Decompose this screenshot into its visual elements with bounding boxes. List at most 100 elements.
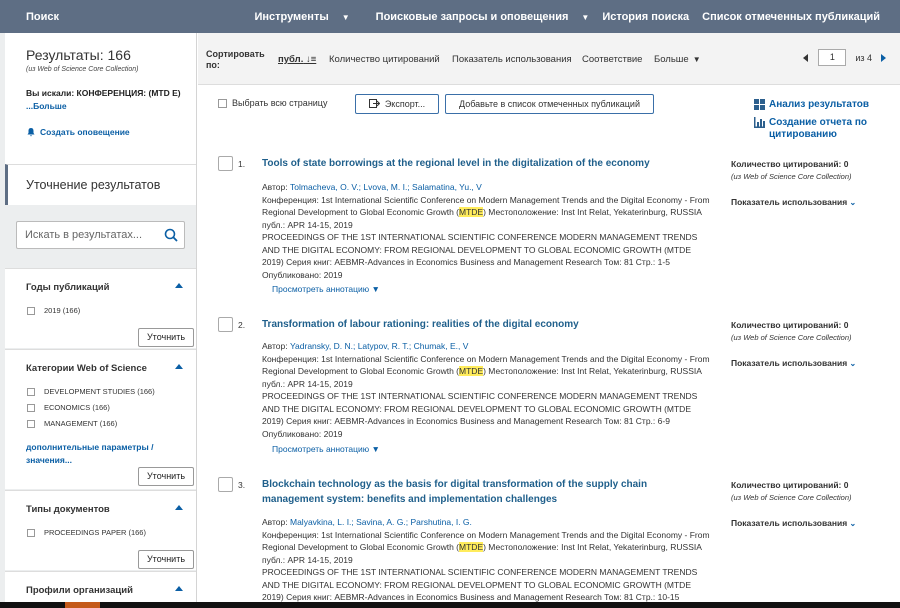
- authors-links[interactable]: Malyavkina, L. I.; Savina, A. G.; Parshu…: [290, 517, 472, 527]
- year-checkbox-2019[interactable]: 2019 (166): [27, 306, 80, 315]
- doctype-option-label: PROCEEDINGS PAPER (166): [44, 528, 146, 537]
- record-authors: Автор: Malyavkina, L. I.; Savina, A. G.;…: [262, 516, 712, 529]
- refine-years-button[interactable]: Уточнить: [138, 328, 194, 347]
- refine-doctypes-button[interactable]: Уточнить: [138, 550, 194, 569]
- page-total: из 4: [855, 52, 872, 63]
- usage-metric-toggle[interactable]: Показатель использования ⌄: [731, 197, 881, 207]
- record-proceedings: PROCEEDINGS OF THE 1ST INTERNATIONAL SCI…: [262, 391, 698, 439]
- collapse-arrow-icon[interactable]: [175, 364, 183, 369]
- authors-links[interactable]: Tolmacheva, O. V.; Lvova, M. I.; Salamat…: [290, 182, 482, 192]
- left-sidebar: Результаты: 166 (из Web of Science Core …: [0, 33, 197, 608]
- record-body: Автор: Tolmacheva, O. V.; Lvova, M. I.; …: [262, 181, 712, 281]
- select-all-label: Выбрать всю страницу: [232, 98, 328, 108]
- search-nav-link[interactable]: Поиск: [0, 11, 228, 23]
- create-alert-label: Создать оповещение: [40, 127, 130, 137]
- search-history-link[interactable]: История поиска: [602, 11, 689, 23]
- authors-label: Автор:: [262, 341, 288, 351]
- more-link[interactable]: ...Больше: [26, 101, 67, 111]
- category-checkbox-management[interactable]: MANAGEMENT (166): [27, 419, 117, 428]
- sort-more-menu[interactable]: Больше ▼: [654, 54, 701, 65]
- category-checkbox-development[interactable]: DEVELOPMENT STUDIES (166): [27, 387, 155, 396]
- citation-report-link[interactable]: Создание отчета по цитированию: [754, 117, 879, 141]
- authors-label: Автор:: [262, 517, 288, 527]
- authors-links[interactable]: Yadransky, D. N.; Latypov, R. T.; Chumak…: [290, 341, 468, 351]
- chevron-down-icon: ⌄: [849, 359, 857, 368]
- prev-page-icon[interactable]: [803, 53, 809, 62]
- category-option-label: DEVELOPMENT STUDIES (166): [44, 387, 155, 396]
- doctype-checkbox-proceedings[interactable]: PROCEEDINGS PAPER (166): [27, 528, 146, 537]
- chevron-down-icon: ⌄: [849, 519, 857, 528]
- checkbox[interactable]: [27, 419, 35, 428]
- chevron-down-icon: ⌄: [849, 198, 857, 207]
- usage-label: Показатель использования: [731, 197, 848, 207]
- record-title-link[interactable]: Blockchain technology as the basis for d…: [262, 477, 692, 507]
- select-all-checkbox[interactable]: Выбрать всю страницу: [218, 98, 327, 108]
- taskbar-app-indicator: [65, 602, 100, 608]
- checkbox[interactable]: [218, 98, 227, 108]
- taskbar-strip: [0, 602, 900, 608]
- record-number: 3.: [238, 480, 246, 490]
- citation-source: (из Web of Science Core Collection): [731, 493, 852, 502]
- chevron-down-icon: ▼: [371, 444, 380, 454]
- chevron-down-icon: ▼: [371, 284, 380, 294]
- citation-source: (из Web of Science Core Collection): [731, 172, 852, 181]
- page-number-input[interactable]: 1: [818, 49, 847, 66]
- record-checkbox[interactable]: [218, 317, 233, 332]
- usage-metric-toggle[interactable]: Показатель использования ⌄: [731, 358, 881, 368]
- view-abstract-label: Просмотреть аннотацию: [272, 444, 370, 454]
- export-button[interactable]: Экспорт...: [355, 94, 439, 114]
- chevron-down-icon: ▼: [692, 55, 701, 64]
- create-alert-link[interactable]: Создать оповещение: [26, 127, 196, 137]
- tools-menu[interactable]: Инструменты ▼: [241, 11, 349, 23]
- search-icon[interactable]: [164, 228, 178, 242]
- collapse-arrow-icon[interactable]: [175, 283, 183, 288]
- sort-date-label: публ.: [278, 54, 304, 65]
- record-conference: Конференция: 1st International Scientifi…: [262, 194, 712, 232]
- record-body: Автор: Yadransky, D. N.; Latypov, R. T.;…: [262, 340, 712, 440]
- record-checkbox[interactable]: [218, 477, 233, 492]
- more-options-link[interactable]: дополнительные параметры / значения...: [26, 441, 176, 467]
- next-page-icon[interactable]: [881, 53, 886, 62]
- record-checkbox[interactable]: [218, 156, 233, 171]
- citation-count: Количество цитирований: 0: [731, 320, 849, 330]
- search-alerts-menu[interactable]: Поисковые запросы и оповещения ▼: [363, 11, 590, 23]
- searched-value: КОНФЕРЕНЦИЯ: (MTD E): [76, 88, 181, 98]
- citation-count: Количество цитирований: 0: [731, 480, 849, 490]
- refine-categories-button[interactable]: Уточнить: [138, 467, 194, 486]
- analyze-results-label: Анализ результатов: [769, 99, 869, 110]
- checkbox[interactable]: [27, 306, 35, 315]
- record-number: 1.: [238, 159, 246, 169]
- checkbox[interactable]: [27, 528, 35, 537]
- record-title-link[interactable]: Tools of state borrowings at the regiona…: [262, 156, 692, 171]
- sort-by-relevance[interactable]: Соответствие: [582, 54, 642, 65]
- record-authors: Автор: Yadransky, D. N.; Latypov, R. T.;…: [262, 340, 712, 353]
- sort-by-date[interactable]: публ. ↓≡: [278, 54, 316, 65]
- analyze-results-link[interactable]: Анализ результатов: [754, 99, 879, 111]
- view-abstract-link[interactable]: Просмотреть аннотацию ▼: [272, 284, 380, 294]
- collapse-arrow-icon[interactable]: [175, 586, 183, 591]
- search-within-placeholder: Искать в результатах...: [25, 229, 143, 241]
- record-metrics: Количество цитирований: 0 (из Web of Sci…: [731, 480, 881, 528]
- searched-label: Вы искали:: [26, 88, 75, 98]
- record-metrics: Количество цитирований: 0 (из Web of Sci…: [731, 159, 881, 207]
- export-label: Экспорт...: [384, 99, 426, 109]
- record-proceedings: PROCEEDINGS OF THE 1ST INTERNATIONAL SCI…: [262, 567, 698, 602]
- doctypes-title: Типы документов: [26, 504, 110, 515]
- usage-metric-toggle[interactable]: Показатель использования ⌄: [731, 518, 881, 528]
- checkbox[interactable]: [27, 387, 35, 396]
- marked-list-link[interactable]: Список отмеченных публикаций: [702, 11, 880, 23]
- citation-count: Количество цитирований: 0: [731, 159, 849, 169]
- sort-by-usage[interactable]: Показатель использования: [452, 54, 572, 65]
- checkbox[interactable]: [27, 403, 35, 412]
- sort-by-citations[interactable]: Количество цитирований: [329, 54, 440, 65]
- record-title-link[interactable]: Transformation of labour rationing: real…: [262, 317, 692, 332]
- results-summary: Результаты: 166 (из Web of Science Core …: [5, 33, 196, 164]
- view-abstract-link[interactable]: Просмотреть аннотацию ▼: [272, 444, 380, 454]
- record-body: Автор: Malyavkina, L. I.; Savina, A. G.;…: [262, 516, 712, 604]
- category-checkbox-economics[interactable]: ECONOMICS (166): [27, 403, 110, 412]
- collapse-arrow-icon[interactable]: [175, 505, 183, 510]
- usage-label: Показатель использования: [731, 518, 848, 528]
- search-within-input[interactable]: Искать в результатах...: [16, 221, 185, 249]
- main-content: Сортировать по: публ. ↓≡ Количество цити…: [198, 33, 900, 608]
- add-to-marked-list-button[interactable]: Добавьте в список отмеченных публикаций: [445, 94, 654, 114]
